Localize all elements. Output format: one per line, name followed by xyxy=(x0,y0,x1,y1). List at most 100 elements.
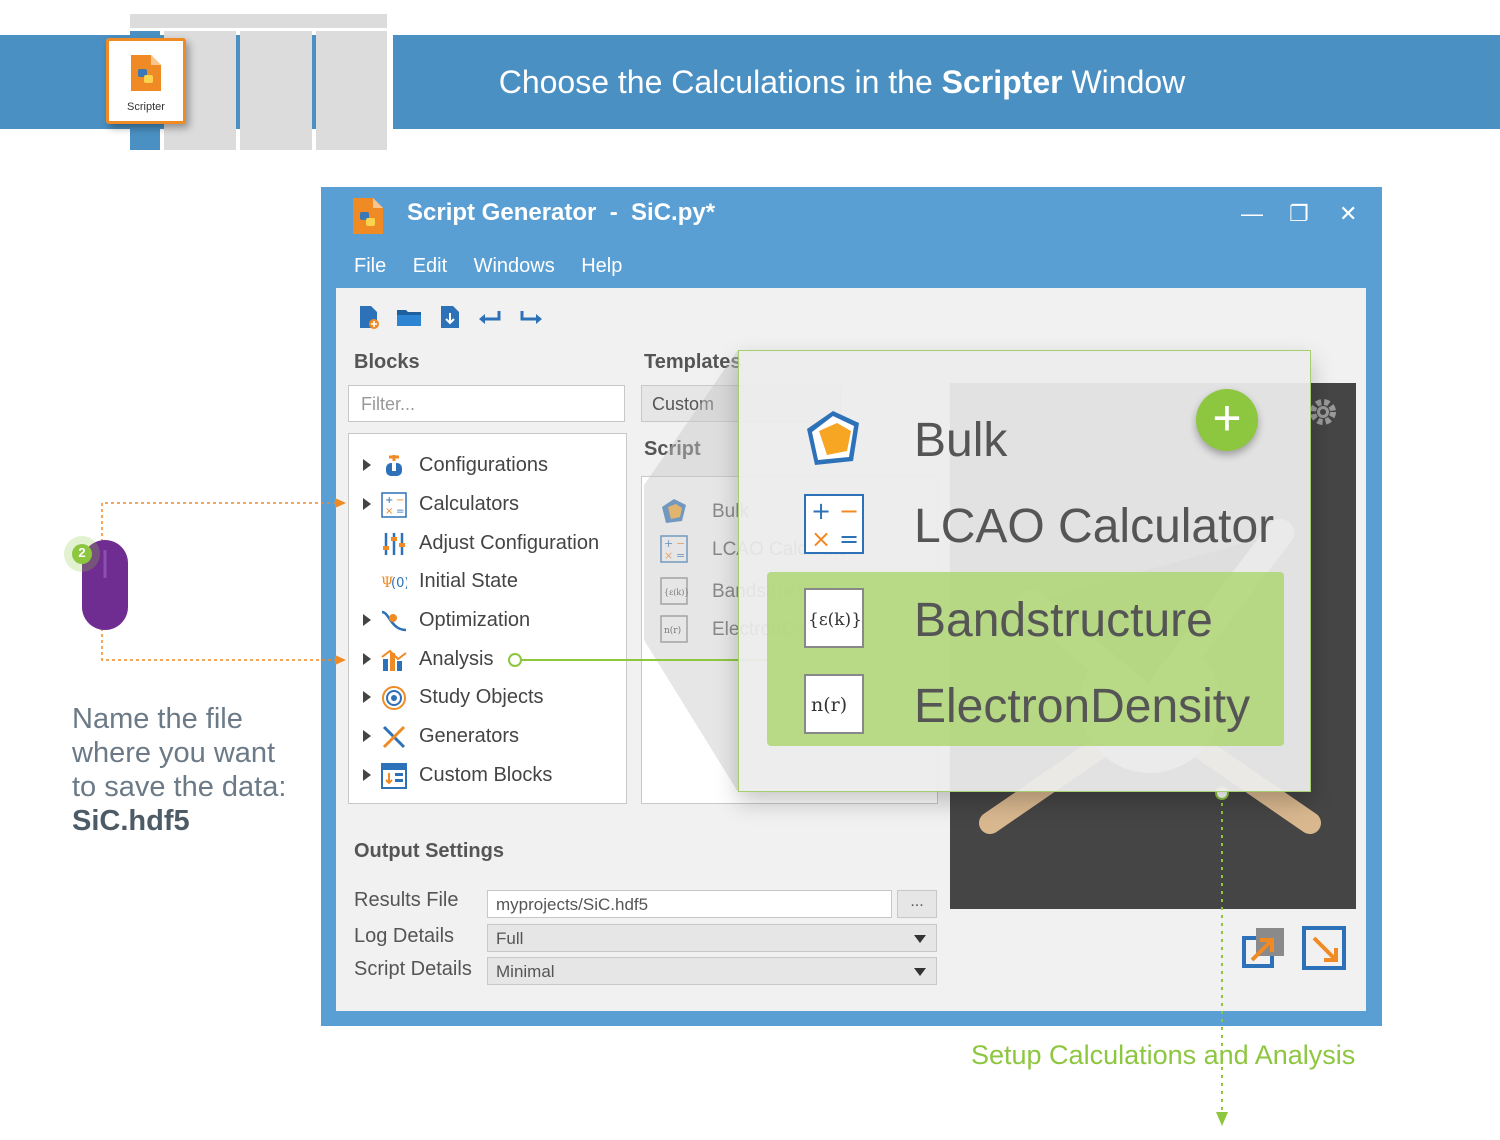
svg-text:{ε(k)}: {ε(k)} xyxy=(664,588,688,597)
zoom-item-electron-density[interactable]: n(r) ElectronDensity xyxy=(803,673,1283,739)
tree-item-calculators[interactable]: + − × = Calculators xyxy=(359,490,619,520)
title-prefix: Choose the Calculations in the xyxy=(498,64,942,100)
svg-text:(0): (0) xyxy=(391,576,407,591)
expand-arrow-icon[interactable] xyxy=(363,498,371,510)
script-details-select[interactable]: Minimal xyxy=(487,957,937,985)
scripter-label: Scripter xyxy=(127,101,165,113)
tree-item-label: Calculators xyxy=(419,493,520,515)
tree-item-label: Configurations xyxy=(419,454,548,476)
tree-item-analysis[interactable]: Analysis xyxy=(359,645,619,675)
custom-blocks-icon xyxy=(381,763,407,789)
open-folder-icon[interactable] xyxy=(396,304,422,330)
footer-caption: Setup Calculations and Analysis xyxy=(971,1040,1356,1070)
results-file-input[interactable]: myprojects/SiC.hdf5 xyxy=(487,890,892,918)
blocks-filter-input[interactable]: Filter... xyxy=(348,385,625,422)
note-filename: SiC.hdf5 xyxy=(72,805,190,837)
svg-text:n(r): n(r) xyxy=(811,694,847,716)
import-icon[interactable] xyxy=(1302,926,1346,970)
log-details-value: Full xyxy=(496,929,524,948)
svg-text:×: × xyxy=(811,525,831,553)
tree-item-label: Analysis xyxy=(419,648,494,670)
expand-arrow-icon[interactable] xyxy=(363,730,371,742)
mockup-bar xyxy=(130,14,387,28)
script-details-label: Script Details xyxy=(354,958,472,980)
redo-icon[interactable] xyxy=(518,304,544,330)
tree-item-custom-blocks[interactable]: Custom Blocks xyxy=(359,761,619,791)
log-details-select[interactable]: Full xyxy=(487,924,937,952)
expand-arrow-icon[interactable] xyxy=(363,769,371,781)
title-suffix: Window xyxy=(1062,64,1186,100)
undo-icon[interactable] xyxy=(477,304,503,330)
zoom-item-label: Bulk xyxy=(914,414,1008,467)
zoom-item-label: Bandstructure xyxy=(914,594,1213,647)
title-bold: Scripter xyxy=(941,64,1063,100)
save-icon[interactable] xyxy=(437,304,463,330)
zoom-item-label: ElectronDensity xyxy=(914,680,1251,733)
svg-text:+: + xyxy=(385,495,393,506)
zoom-callout: + Bulk + − × = LCAO Calculator {ε(k)} Bands… xyxy=(738,350,1311,792)
instruction-note: Name the file where you want to save the… xyxy=(72,702,286,838)
expand-arrow-icon[interactable] xyxy=(363,691,371,703)
menu-edit[interactable]: Edit xyxy=(413,255,447,277)
svg-text:×: × xyxy=(664,549,673,562)
svg-text:−: − xyxy=(839,497,859,525)
tree-item-label: Adjust Configuration xyxy=(419,532,600,554)
settings-gear-icon[interactable] xyxy=(1308,397,1338,427)
note-line: Name the file xyxy=(72,703,243,735)
close-button[interactable]: ✕ xyxy=(1339,201,1357,227)
expand-arrow-icon[interactable] xyxy=(363,653,371,665)
note-line: to save the data: xyxy=(72,771,287,803)
electron-density-icon: n(r) xyxy=(804,674,864,734)
generators-icon xyxy=(382,725,406,749)
analysis-icon xyxy=(381,649,407,671)
svg-text:{ε(k)}: {ε(k)} xyxy=(808,610,862,630)
restore-button[interactable]: ❐ xyxy=(1289,201,1309,227)
window-title: Script Generator - SiC.py* xyxy=(407,199,716,226)
templates-heading: Templates xyxy=(644,351,742,373)
app-icon xyxy=(353,198,383,234)
tree-item-study-objects[interactable]: Study Objects xyxy=(359,683,619,713)
blocks-heading: Blocks xyxy=(354,351,420,373)
note-line: where you want xyxy=(72,737,276,769)
mockup-column xyxy=(240,31,312,150)
browse-button[interactable]: ... xyxy=(897,890,937,918)
bulk-icon xyxy=(662,499,686,523)
scripter-tile[interactable]: Scripter xyxy=(106,38,186,124)
tree-item-optimization[interactable]: Optimization xyxy=(359,606,619,636)
page-title: Choose the Calculations in the Scripter … xyxy=(392,35,1292,129)
tree-item-generators[interactable]: Generators xyxy=(359,722,619,752)
tree-item-label: Initial State xyxy=(419,570,518,592)
mouse-icon xyxy=(64,536,128,630)
calculator-icon: + −× = xyxy=(804,494,864,554)
zoom-item-bandstructure[interactable]: {ε(k)} Bandstructure xyxy=(803,587,1283,653)
expand-arrow-icon[interactable] xyxy=(363,614,371,626)
bandstructure-icon: {ε(k)} xyxy=(804,588,864,648)
zoom-item-lcao-calculator[interactable]: + − × = LCAO Calculator xyxy=(803,493,1283,559)
menu-bar: File Edit Windows Help xyxy=(354,255,644,278)
results-file-label: Results File xyxy=(354,889,459,911)
calculator-icon: + −× = xyxy=(660,535,688,563)
menu-windows[interactable]: Windows xyxy=(474,255,555,277)
svg-text:=: = xyxy=(839,525,859,553)
toolbar xyxy=(356,304,554,330)
menu-file[interactable]: File xyxy=(354,255,386,277)
expand-arrow-icon[interactable] xyxy=(363,459,371,471)
minimize-button[interactable]: — xyxy=(1241,201,1263,227)
tree-item-label: Optimization xyxy=(419,609,531,631)
svg-text:=: = xyxy=(396,506,404,517)
bandstructure-icon: {ε(k)} xyxy=(660,577,688,605)
zoom-item-bulk[interactable]: Bulk xyxy=(803,407,1283,473)
tree-item-configurations[interactable]: Configurations xyxy=(359,451,619,481)
scripter-icon xyxy=(131,55,161,91)
initial-state-icon: Ψ(0) xyxy=(381,575,407,591)
open-external-icon[interactable] xyxy=(1242,926,1286,970)
mouse-illustration: 2 xyxy=(60,532,140,642)
menu-help[interactable]: Help xyxy=(581,255,622,277)
chevron-down-icon xyxy=(914,968,926,976)
tree-item-label: Study Objects xyxy=(419,686,544,708)
tree-item-adjust-configuration[interactable]: Adjust Configuration xyxy=(359,529,619,559)
mouse-step-badge: 2 xyxy=(78,545,86,560)
blocks-tree: Configurations + − × = Calculators Adjust C… xyxy=(348,433,627,804)
tree-item-initial-state[interactable]: Ψ(0) Initial State xyxy=(359,567,619,597)
new-file-icon[interactable] xyxy=(356,304,382,330)
